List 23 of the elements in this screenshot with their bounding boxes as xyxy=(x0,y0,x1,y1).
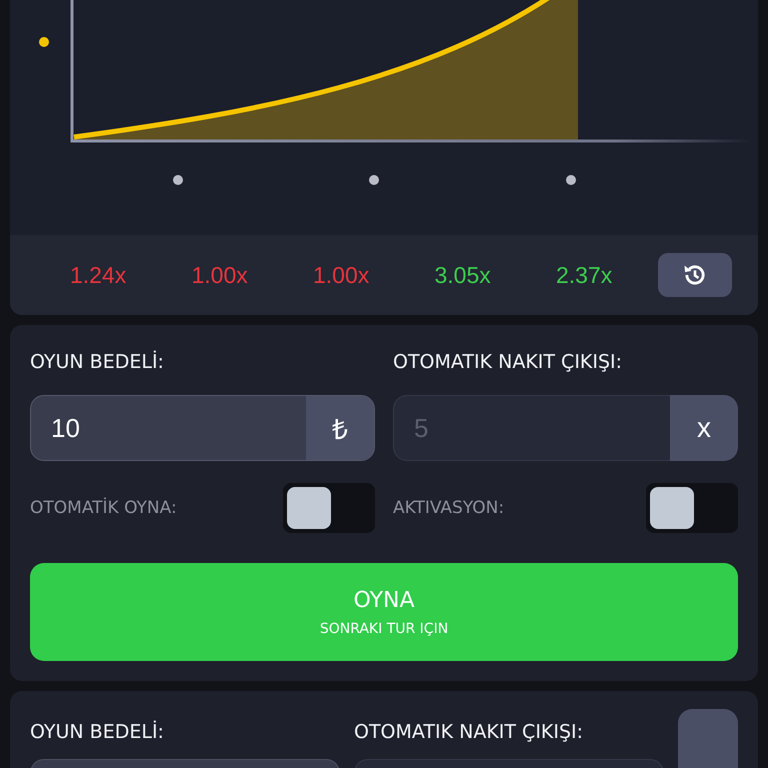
multiplier-value: 1.00x xyxy=(190,262,249,288)
multiplier-value: 2.37x xyxy=(555,262,614,288)
axis-dot xyxy=(369,175,379,185)
bet-label: OYUN BEDELİ: xyxy=(30,720,165,745)
multiplier-value: 3.05x xyxy=(434,262,492,288)
history-button[interactable] xyxy=(658,253,732,297)
toggle-switch[interactable] xyxy=(283,483,375,533)
toggle-label: OTOMATİK OYNA: xyxy=(30,498,177,518)
axis-dot xyxy=(566,175,576,185)
currency-button[interactable]: ₺ xyxy=(306,396,374,460)
multiplier-value: 1.24x xyxy=(69,262,128,288)
multiplier-suffix: x xyxy=(670,395,738,461)
bet-amount: 10 xyxy=(50,412,81,444)
cashout-label: OTOMATIK NAKIT ÇIKIŞI: xyxy=(393,350,624,375)
bet-label: OYUN BEDELİ: xyxy=(30,350,165,375)
axis-dot xyxy=(39,37,49,47)
axis-dot xyxy=(173,175,183,185)
multiplier-value: 1.00x xyxy=(312,262,370,288)
cashout-field[interactable]: 5 xyxy=(393,395,670,461)
bet-amount-field[interactable]: 10 ₺ xyxy=(30,395,375,461)
toggle-label: AKTIVASYON: xyxy=(393,498,504,518)
cashout-label: OTOMATIK NAKIT ÇIKIŞI: xyxy=(354,720,584,745)
toggle-switch[interactable] xyxy=(646,483,738,533)
